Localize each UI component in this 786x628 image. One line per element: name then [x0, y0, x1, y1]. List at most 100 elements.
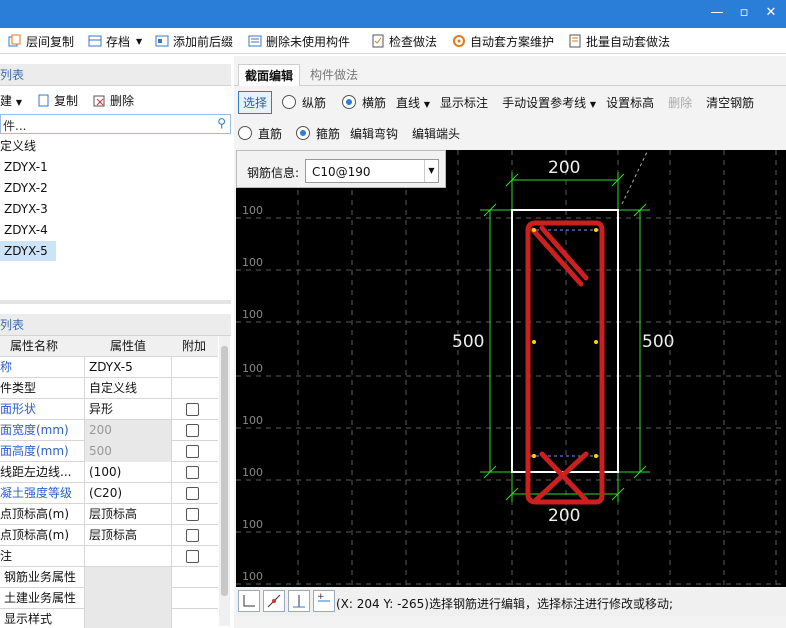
tab-section-edit[interactable]: 截面编辑 [238, 64, 301, 86]
batch-auto-button[interactable]: 批量自动套做法 [568, 32, 670, 50]
check-method-button[interactable]: 检查做法 [371, 32, 437, 50]
add-prefix-suffix-button[interactable]: 添加前后缀 [155, 32, 233, 50]
ortho-icon[interactable] [238, 590, 260, 612]
delete-button[interactable]: 删除 [92, 92, 134, 109]
prop-table-header: 属性名称 属性值 附加 [0, 336, 218, 357]
col-name-header: 属性名称 [10, 339, 59, 353]
snap-icon[interactable] [263, 590, 285, 612]
prop-name: 点顶标高(m) [0, 507, 70, 521]
longitudinal-radio[interactable]: 纵筋 [282, 94, 326, 111]
section-canvas[interactable]: 钢筋信息: C10@190 ▼ 100 100 100 100 100 100 … [236, 150, 786, 587]
prop-value[interactable] [84, 609, 172, 628]
tree-item[interactable]: ZDYX-4 [0, 220, 48, 240]
prop-value[interactable] [84, 567, 172, 588]
manual-ref-dropdown[interactable]: 手动设置参考线 ▼ [502, 94, 596, 111]
delete-unused-icon [248, 34, 262, 48]
delete-icon [92, 94, 106, 108]
prop-row[interactable]: 土建业务属性 [0, 588, 218, 609]
archive-button[interactable]: 存档 ▼ [88, 32, 142, 50]
batch-auto-icon [568, 34, 582, 48]
prop-checkbox[interactable] [186, 424, 199, 437]
tree-root[interactable]: 定义线 [0, 136, 36, 156]
prop-row[interactable]: 称 ZDYX-5 [0, 357, 218, 378]
prop-value[interactable]: (100) [84, 462, 172, 483]
search-icon[interactable]: ⚲ [217, 116, 226, 130]
prop-row[interactable]: 显示样式 [0, 609, 218, 628]
edit-hook-button[interactable]: 编辑弯钩 [350, 125, 398, 142]
prop-row[interactable]: 面形状 异形 [0, 399, 218, 420]
prop-value[interactable]: 200 [84, 420, 172, 441]
splitter[interactable] [0, 300, 231, 304]
delete-unused-button[interactable]: 删除未使用构件 [248, 32, 350, 50]
show-dim-button[interactable]: 显示标注 [440, 94, 488, 111]
prop-value[interactable]: ZDYX-5 [84, 357, 172, 378]
batch-auto-label: 批量自动套做法 [586, 34, 671, 49]
copy-icon [36, 94, 50, 108]
new-button[interactable]: 建 ▼ [0, 92, 22, 109]
prop-scrollbar[interactable] [219, 336, 230, 626]
dim-bottom[interactable]: 200 [548, 506, 580, 526]
prop-value[interactable]: 异形 [84, 399, 172, 420]
prop-row[interactable]: 点顶标高(m) 层顶标高 [0, 504, 218, 525]
grid-label: 100 [242, 308, 263, 321]
prop-checkbox[interactable] [186, 445, 199, 458]
set-elev-button[interactable]: 设置标高 [606, 94, 654, 111]
delete-rebar-button[interactable]: 删除 [668, 94, 692, 111]
transverse-radio[interactable]: 横筋 [342, 94, 386, 111]
prop-checkbox[interactable] [186, 403, 199, 416]
edit-end-button[interactable]: 编辑端头 [412, 125, 460, 142]
prop-checkbox[interactable] [186, 466, 199, 479]
prop-checkbox[interactable] [186, 508, 199, 521]
scrollbar-thumb[interactable] [221, 346, 228, 596]
dim-top[interactable]: 200 [548, 158, 580, 178]
prop-value[interactable] [84, 546, 172, 567]
prop-row[interactable]: 面高度(mm) 500 [0, 441, 218, 462]
prop-row[interactable]: 凝土强度等级 (C20) [0, 483, 218, 504]
tree-item-selected[interactable]: ZDYX-5 [0, 241, 56, 261]
prop-name: 点顶标高(m) [0, 528, 70, 542]
dim-right[interactable]: 500 [642, 332, 674, 352]
prop-value[interactable]: 自定义线 [84, 378, 172, 399]
prop-value[interactable]: (C20) [84, 483, 172, 504]
prop-value[interactable]: 层顶标高 [84, 504, 172, 525]
straight-radio[interactable]: 直筋 [238, 125, 282, 142]
copy-button[interactable]: 复制 [36, 92, 78, 109]
prop-checkbox[interactable] [186, 529, 199, 542]
line-dropdown[interactable]: 直线 ▼ [396, 94, 430, 111]
section-drawing [236, 150, 786, 587]
prop-row[interactable]: 点顶标高(m) 层顶标高 [0, 525, 218, 546]
minimize-icon[interactable]: — [710, 6, 724, 20]
prop-row[interactable]: 件类型 自定义线 [0, 378, 218, 399]
prop-checkbox[interactable] [186, 487, 199, 500]
prop-row[interactable]: 线距左边线... (100) [0, 462, 218, 483]
tree-item[interactable]: ZDYX-3 [0, 199, 48, 219]
search-placeholder: 件... [3, 119, 27, 133]
check-method-icon [371, 34, 385, 48]
clear-rebar-button[interactable]: 清空钢筋 [706, 94, 754, 111]
tree-item[interactable]: ZDYX-1 [0, 157, 48, 177]
dim-left[interactable]: 500 [452, 332, 484, 352]
layer-copy-button[interactable]: 层间复制 [8, 32, 74, 50]
maximize-icon[interactable]: ▫ [737, 6, 751, 20]
select-button[interactable]: 选择 [238, 90, 273, 114]
prop-name: 显示样式 [4, 612, 53, 626]
rebar-info-select[interactable]: C10@190 ▼ [305, 159, 439, 183]
prop-checkbox[interactable] [186, 550, 199, 563]
grid-label: 100 [242, 414, 263, 427]
chevron-down-icon[interactable]: ▼ [424, 160, 438, 182]
offset-icon[interactable]: + [313, 590, 335, 612]
prop-value[interactable]: 层顶标高 [84, 525, 172, 546]
auto-scheme-button[interactable]: 自动套方案维护 [452, 32, 554, 50]
component-search-input[interactable]: 件... ⚲ [0, 114, 231, 134]
perpendicular-icon[interactable] [288, 590, 310, 612]
close-icon[interactable]: ✕ [764, 6, 778, 20]
prop-row[interactable]: 注 [0, 546, 218, 567]
stirrup-radio[interactable]: 箍筋 [296, 125, 340, 142]
prop-row[interactable]: 钢筋业务属性 [0, 567, 218, 588]
layer-copy-label: 层间复制 [26, 34, 75, 49]
tab-component-method[interactable]: 构件做法 [304, 64, 364, 86]
prop-value[interactable]: 500 [84, 441, 172, 462]
prop-row[interactable]: 面宽度(mm) 200 [0, 420, 218, 441]
prop-value[interactable] [84, 588, 172, 609]
tree-item[interactable]: ZDYX-2 [0, 178, 48, 198]
